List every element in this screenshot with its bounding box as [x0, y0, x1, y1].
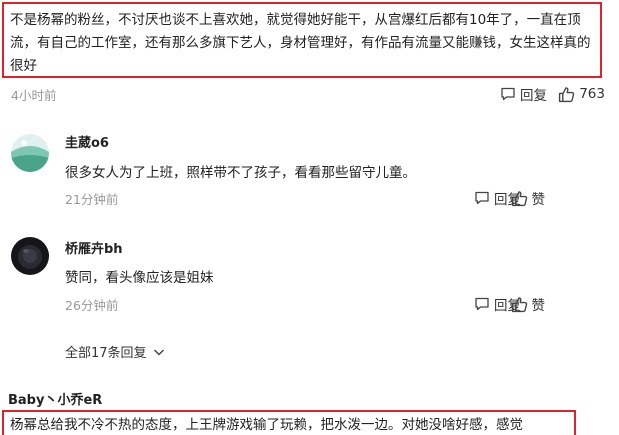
chevron-down-icon [153, 348, 164, 356]
reply-meta-row: 21分钟前 回复 赞 [0, 186, 619, 210]
comment-text: 不是杨幂的粉丝，不讨厌也谈不上喜欢她，就觉得她好能干，从宫爆红后都有10年了，一… [10, 12, 591, 74]
reply-time: 21分钟前 [65, 191, 119, 207]
expand-replies-label: 全部17条回复 [65, 346, 147, 361]
highlighted-comment-text: 不是杨幂的粉丝，不讨厌也谈不上喜欢她，就觉得她好能干，从宫爆红后都有10年了，一… [2, 2, 602, 78]
like-button[interactable]: 赞 [511, 294, 546, 314]
expand-replies-button[interactable]: 全部17条回复 [65, 342, 166, 361]
reply-meta-row: 26分钟前 回复 赞 [0, 292, 619, 316]
comment-bubble-icon [501, 87, 515, 101]
comment-text: 杨幂总给我不冷不热的态度，上王牌游戏输了玩赖，把水泼一边。对她没啥好感，感觉 [10, 417, 523, 433]
highlighted-comment-text: 杨幂总给我不冷不热的态度，上王牌游戏输了玩赖，把水泼一边。对她没啥好感，感觉 [2, 410, 576, 435]
comment-time: 4小时前 [11, 87, 57, 103]
avatar[interactable] [11, 134, 49, 172]
reply-username[interactable]: 圭葳o6 [65, 132, 109, 151]
thumbs-up-icon [511, 190, 527, 206]
avatar[interactable] [11, 237, 49, 275]
like-count: 763 [579, 86, 605, 102]
reply-text: 赞同，看头像应该是姐妹 [65, 270, 214, 286]
comment-bubble-icon [475, 191, 489, 205]
like-button[interactable]: 763 [558, 86, 605, 103]
reply-button[interactable]: 回复 [500, 84, 547, 104]
reply-time: 26分钟前 [65, 297, 119, 313]
like-button[interactable]: 赞 [511, 188, 546, 208]
like-label: 赞 [531, 298, 546, 314]
comment-username[interactable]: Baby丶小乔eR [8, 389, 102, 408]
reply-username[interactable]: 桥雁卉bh [65, 238, 123, 257]
comment-meta-row: 4小时前 回复 763 [0, 82, 619, 106]
like-label: 赞 [531, 192, 546, 208]
thumbs-up-icon [511, 296, 527, 312]
thumbs-up-icon [559, 86, 575, 102]
reply-label: 回复 [520, 88, 547, 104]
reply-text: 很多女人为了上班，照样带不了孩子，看看那些留守儿童。 [65, 165, 416, 181]
comment-bubble-icon [475, 297, 489, 311]
